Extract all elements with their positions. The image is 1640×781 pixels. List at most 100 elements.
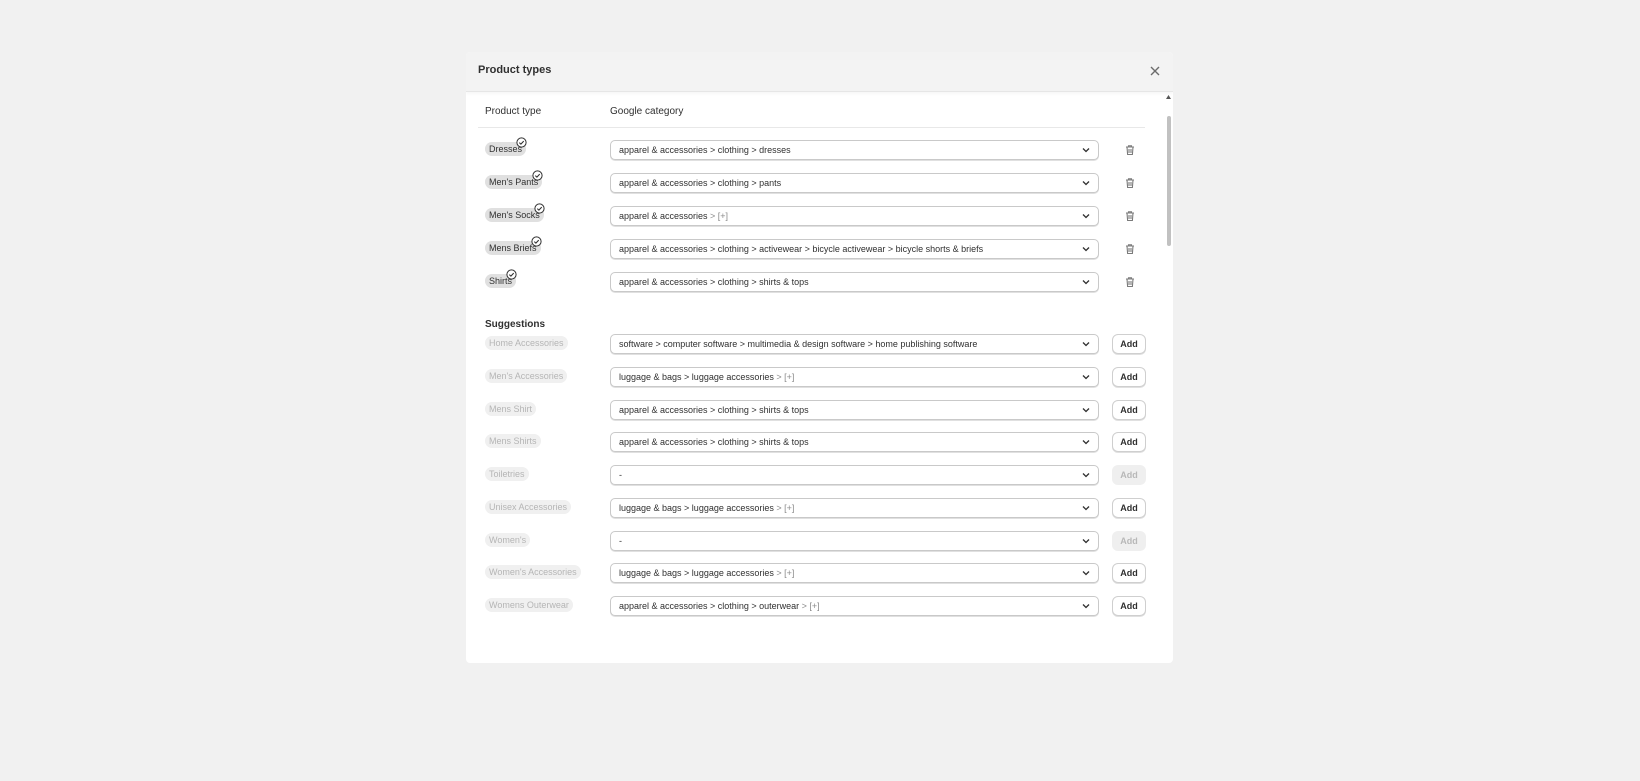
chevron-down-icon — [1082, 408, 1090, 413]
product-type-row: Dresses apparel & accessories > clothing … — [466, 137, 1173, 164]
suggested-product-type-tag: Men's Accessories — [485, 369, 568, 383]
category-value: apparel & accessories > clothing > shirt… — [619, 437, 809, 447]
category-value: apparel & accessories > clothing > dress… — [619, 145, 791, 155]
add-button[interactable]: Add — [1112, 531, 1146, 551]
suggestions-heading: Suggestions — [485, 319, 546, 330]
category-value: luggage & bags > luggage accessories — [619, 568, 774, 578]
close-button[interactable] — [1145, 61, 1165, 81]
category-more: > [+] — [773, 568, 795, 578]
chevron-down-icon — [1082, 342, 1090, 347]
add-button[interactable]: Add — [1112, 498, 1146, 518]
suggested-product-type-tag: Mens Shirt — [485, 402, 537, 416]
chevron-down-icon — [1082, 506, 1090, 511]
suggested-product-type-tag: Home Accessories — [485, 336, 568, 350]
google-category-select[interactable]: luggage & bags > luggage accessories > [… — [610, 498, 1099, 518]
trash-icon[interactable] — [1123, 176, 1137, 190]
product-types-dialog: Product types Product type Google catego… — [466, 52, 1173, 663]
chevron-down-icon — [1082, 148, 1090, 153]
category-value: apparel & accessories > clothing > outer… — [619, 601, 800, 611]
category-value: luggage & bags > luggage accessories — [619, 372, 774, 382]
category-value: software > computer software > multimedi… — [619, 339, 978, 349]
google-category-select[interactable]: luggage & bags > luggage accessories > [… — [610, 563, 1099, 583]
suggestion-row: Toiletries - Add — [466, 465, 1173, 489]
chevron-down-icon — [1082, 375, 1090, 380]
dialog-title: Product types — [478, 64, 552, 76]
trash-icon[interactable] — [1123, 143, 1137, 157]
google-category-select[interactable]: - — [610, 531, 1099, 551]
category-more: > [+] — [799, 601, 820, 611]
chevron-down-icon — [1082, 440, 1090, 445]
add-button[interactable]: Add — [1112, 334, 1146, 354]
category-value: apparel & accessories > clothing > shirt… — [619, 277, 809, 287]
product-type-row: Shirts apparel & accessories > clothing >… — [466, 269, 1173, 296]
column-header-google-category: Google category — [610, 106, 684, 117]
suggestion-row: Mens Shirts apparel & accessories > cloth… — [466, 432, 1173, 456]
category-more: > [+] — [773, 503, 795, 513]
google-category-select[interactable]: apparel & accessories > clothing > pants — [610, 173, 1099, 193]
suggestion-row: Women's - Add — [466, 531, 1173, 555]
google-category-select[interactable]: software > computer software > multimedi… — [610, 334, 1099, 354]
scrollbar[interactable] — [1164, 92, 1173, 663]
chevron-down-icon — [1082, 539, 1090, 544]
chevron-down-icon — [1082, 604, 1090, 609]
category-value: apparel & accessories > clothing > activ… — [619, 244, 984, 254]
chevron-down-icon — [1082, 181, 1090, 186]
suggestion-row: Women's Accessories luggage & bags > lugg… — [466, 563, 1173, 587]
suggestion-row: Men's Accessories luggage & bags > luggag… — [466, 367, 1173, 391]
dialog-header: Product types — [466, 52, 1173, 92]
category-value: apparel & accessories — [619, 211, 708, 221]
trash-icon[interactable] — [1123, 242, 1137, 256]
scroll-up-arrow-icon[interactable] — [1165, 93, 1172, 100]
add-button[interactable]: Add — [1112, 596, 1146, 616]
google-category-select[interactable]: apparel & accessories > clothing > outer… — [610, 596, 1099, 616]
suggestion-row: Unisex Accessories luggage & bags > lugga… — [466, 498, 1173, 522]
product-type-row: Men's Pants apparel & accessories > cloth… — [466, 170, 1173, 197]
product-type-tag: Shirts — [485, 269, 517, 288]
suggested-product-type-tag: Mens Shirts — [485, 434, 541, 448]
scrollbar-thumb[interactable] — [1167, 116, 1171, 246]
suggested-product-type-tag: Womens Outerwear — [485, 598, 573, 612]
suggested-product-type-tag: Women's — [485, 533, 531, 547]
google-category-select[interactable]: apparel & accessories > clothing > dress… — [610, 140, 1099, 160]
add-button[interactable]: Add — [1112, 400, 1146, 420]
add-button[interactable]: Add — [1112, 367, 1146, 387]
category-value: - — [619, 470, 622, 480]
suggestion-row: Mens Shirt apparel & accessories > clothi… — [466, 400, 1173, 424]
google-category-select[interactable]: apparel & accessories > clothing > shirt… — [610, 432, 1099, 452]
google-category-select[interactable]: luggage & bags > luggage accessories > [… — [610, 367, 1099, 387]
suggested-product-type-tag: Unisex Accessories — [485, 500, 572, 514]
chevron-down-icon — [1082, 473, 1090, 478]
category-value: luggage & bags > luggage accessories — [619, 503, 774, 513]
product-type-tag: Mens Briefs — [485, 236, 542, 255]
product-type-tag: Men's Socks — [485, 203, 545, 222]
chevron-down-icon — [1082, 247, 1090, 252]
product-type-tag: Dresses — [485, 137, 527, 156]
google-category-select[interactable]: apparel & accessories > [+] — [610, 206, 1099, 226]
product-type-row: Men's Socks apparel & accessories > [+] — [466, 203, 1173, 230]
column-headers: Product type Google category — [478, 92, 1145, 128]
product-type-name: Men's Pants — [489, 177, 539, 187]
check-circle-icon — [516, 137, 527, 148]
category-more: > [+] — [773, 372, 795, 382]
category-value: apparel & accessories > clothing > pants — [619, 178, 782, 188]
product-type-tag: Men's Pants — [485, 170, 543, 189]
check-circle-icon — [531, 236, 542, 247]
google-category-select[interactable]: apparel & accessories > clothing > activ… — [610, 239, 1099, 259]
trash-icon[interactable] — [1123, 209, 1137, 223]
trash-icon[interactable] — [1123, 275, 1137, 289]
google-category-select[interactable]: - — [610, 465, 1099, 485]
suggested-product-type-tag: Toiletries — [485, 467, 529, 481]
add-button[interactable]: Add — [1112, 432, 1146, 452]
suggestion-row: Womens Outerwear apparel & accessories > … — [466, 596, 1173, 620]
close-icon — [1150, 66, 1160, 76]
product-type-name: Men's Socks — [489, 210, 540, 220]
category-value: apparel & accessories > clothing > shirt… — [619, 405, 809, 415]
add-button[interactable]: Add — [1112, 563, 1146, 583]
google-category-select[interactable]: apparel & accessories > clothing > shirt… — [610, 400, 1099, 420]
category-more: > [+] — [707, 211, 729, 221]
category-value: - — [619, 536, 622, 546]
google-category-select[interactable]: apparel & accessories > clothing > shirt… — [610, 272, 1099, 292]
check-circle-icon — [534, 203, 545, 214]
add-button[interactable]: Add — [1112, 465, 1146, 485]
check-circle-icon — [506, 269, 517, 280]
